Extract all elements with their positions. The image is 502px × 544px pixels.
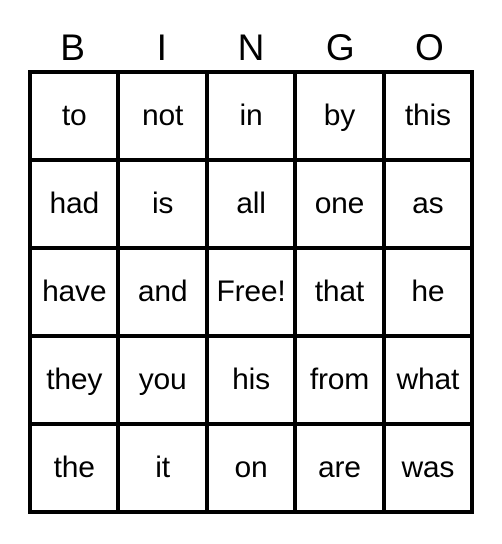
- bingo-cell-label: the: [53, 451, 95, 484]
- bingo-cell[interactable]: it: [120, 426, 209, 514]
- bingo-cell[interactable]: are: [297, 426, 386, 514]
- bingo-row: the it on are was: [32, 426, 475, 514]
- bingo-header-letter-o: O: [385, 26, 474, 68]
- bingo-cell[interactable]: the: [32, 426, 121, 514]
- bingo-cell[interactable]: that: [297, 250, 386, 338]
- header-letter-text: O: [415, 26, 444, 68]
- bingo-cell[interactable]: they: [32, 338, 121, 426]
- bingo-cell-label: all: [236, 187, 266, 220]
- bingo-cell-label: what: [396, 363, 460, 396]
- bingo-header-letter-g: G: [296, 26, 385, 68]
- bingo-cell[interactable]: on: [208, 426, 298, 514]
- bingo-cell[interactable]: is: [120, 162, 209, 250]
- bingo-cell[interactable]: was: [385, 426, 475, 514]
- bingo-cell-label: not: [142, 99, 184, 132]
- bingo-cell[interactable]: as: [385, 162, 475, 250]
- bingo-cell-label: by: [323, 99, 356, 132]
- bingo-cell[interactable]: what: [385, 338, 475, 426]
- bingo-row: they you his from what: [32, 338, 475, 426]
- bingo-row: to not in by this: [32, 74, 475, 162]
- bingo-cell-label: that: [314, 275, 365, 308]
- bingo-cell[interactable]: all: [208, 162, 298, 250]
- bingo-cell-free-space[interactable]: Free!: [208, 250, 298, 338]
- bingo-cell-label: one: [314, 187, 365, 220]
- bingo-cell[interactable]: in: [208, 74, 298, 162]
- bingo-cell-label: in: [239, 99, 263, 132]
- bingo-cell[interactable]: to: [32, 74, 121, 162]
- bingo-cell-label: this: [404, 99, 451, 132]
- bingo-cell-label: they: [46, 363, 103, 396]
- bingo-cell[interactable]: you: [120, 338, 209, 426]
- bingo-cell-label: have: [42, 275, 107, 308]
- bingo-header-letter-n: N: [206, 26, 295, 68]
- bingo-row: have and Free! that he: [32, 250, 475, 338]
- bingo-free-space-label: Free!: [216, 275, 286, 308]
- bingo-header-letter-i: I: [117, 26, 206, 68]
- bingo-cell[interactable]: from: [297, 338, 386, 426]
- header-letter-text: I: [156, 26, 167, 68]
- bingo-cell[interactable]: one: [297, 162, 386, 250]
- bingo-cell[interactable]: this: [385, 74, 475, 162]
- bingo-cell-label: is: [151, 187, 174, 220]
- bingo-cell-label: you: [138, 363, 187, 396]
- bingo-cell[interactable]: not: [120, 74, 209, 162]
- bingo-cell-label: as: [412, 187, 444, 220]
- header-letter-text: B: [60, 26, 85, 68]
- bingo-cell-label: to: [61, 99, 87, 132]
- bingo-header-letter-b: B: [28, 26, 117, 68]
- bingo-cell-label: and: [137, 275, 188, 308]
- header-letter-text: G: [325, 26, 355, 68]
- bingo-cell[interactable]: his: [208, 338, 298, 426]
- bingo-cell-label: was: [401, 451, 455, 484]
- bingo-cell-label: had: [49, 187, 99, 220]
- bingo-cell-label: from: [309, 363, 370, 396]
- bingo-cell-label: on: [234, 451, 268, 484]
- bingo-cell[interactable]: he: [385, 250, 475, 338]
- bingo-cell-label: it: [155, 451, 170, 484]
- bingo-grid: to not in by this had is all one as have…: [28, 70, 475, 514]
- bingo-cell-label: his: [232, 363, 270, 396]
- bingo-card: B I N G O to not in by this had is all o…: [0, 0, 502, 544]
- bingo-header-row: B I N G O: [28, 26, 474, 68]
- bingo-cell[interactable]: by: [297, 74, 386, 162]
- bingo-cell[interactable]: and: [120, 250, 209, 338]
- bingo-cell-label: he: [411, 275, 445, 308]
- header-letter-text: N: [237, 26, 265, 68]
- bingo-cell[interactable]: had: [32, 162, 121, 250]
- bingo-cell[interactable]: have: [32, 250, 121, 338]
- bingo-row: had is all one as: [32, 162, 475, 250]
- bingo-cell-label: are: [318, 451, 361, 484]
